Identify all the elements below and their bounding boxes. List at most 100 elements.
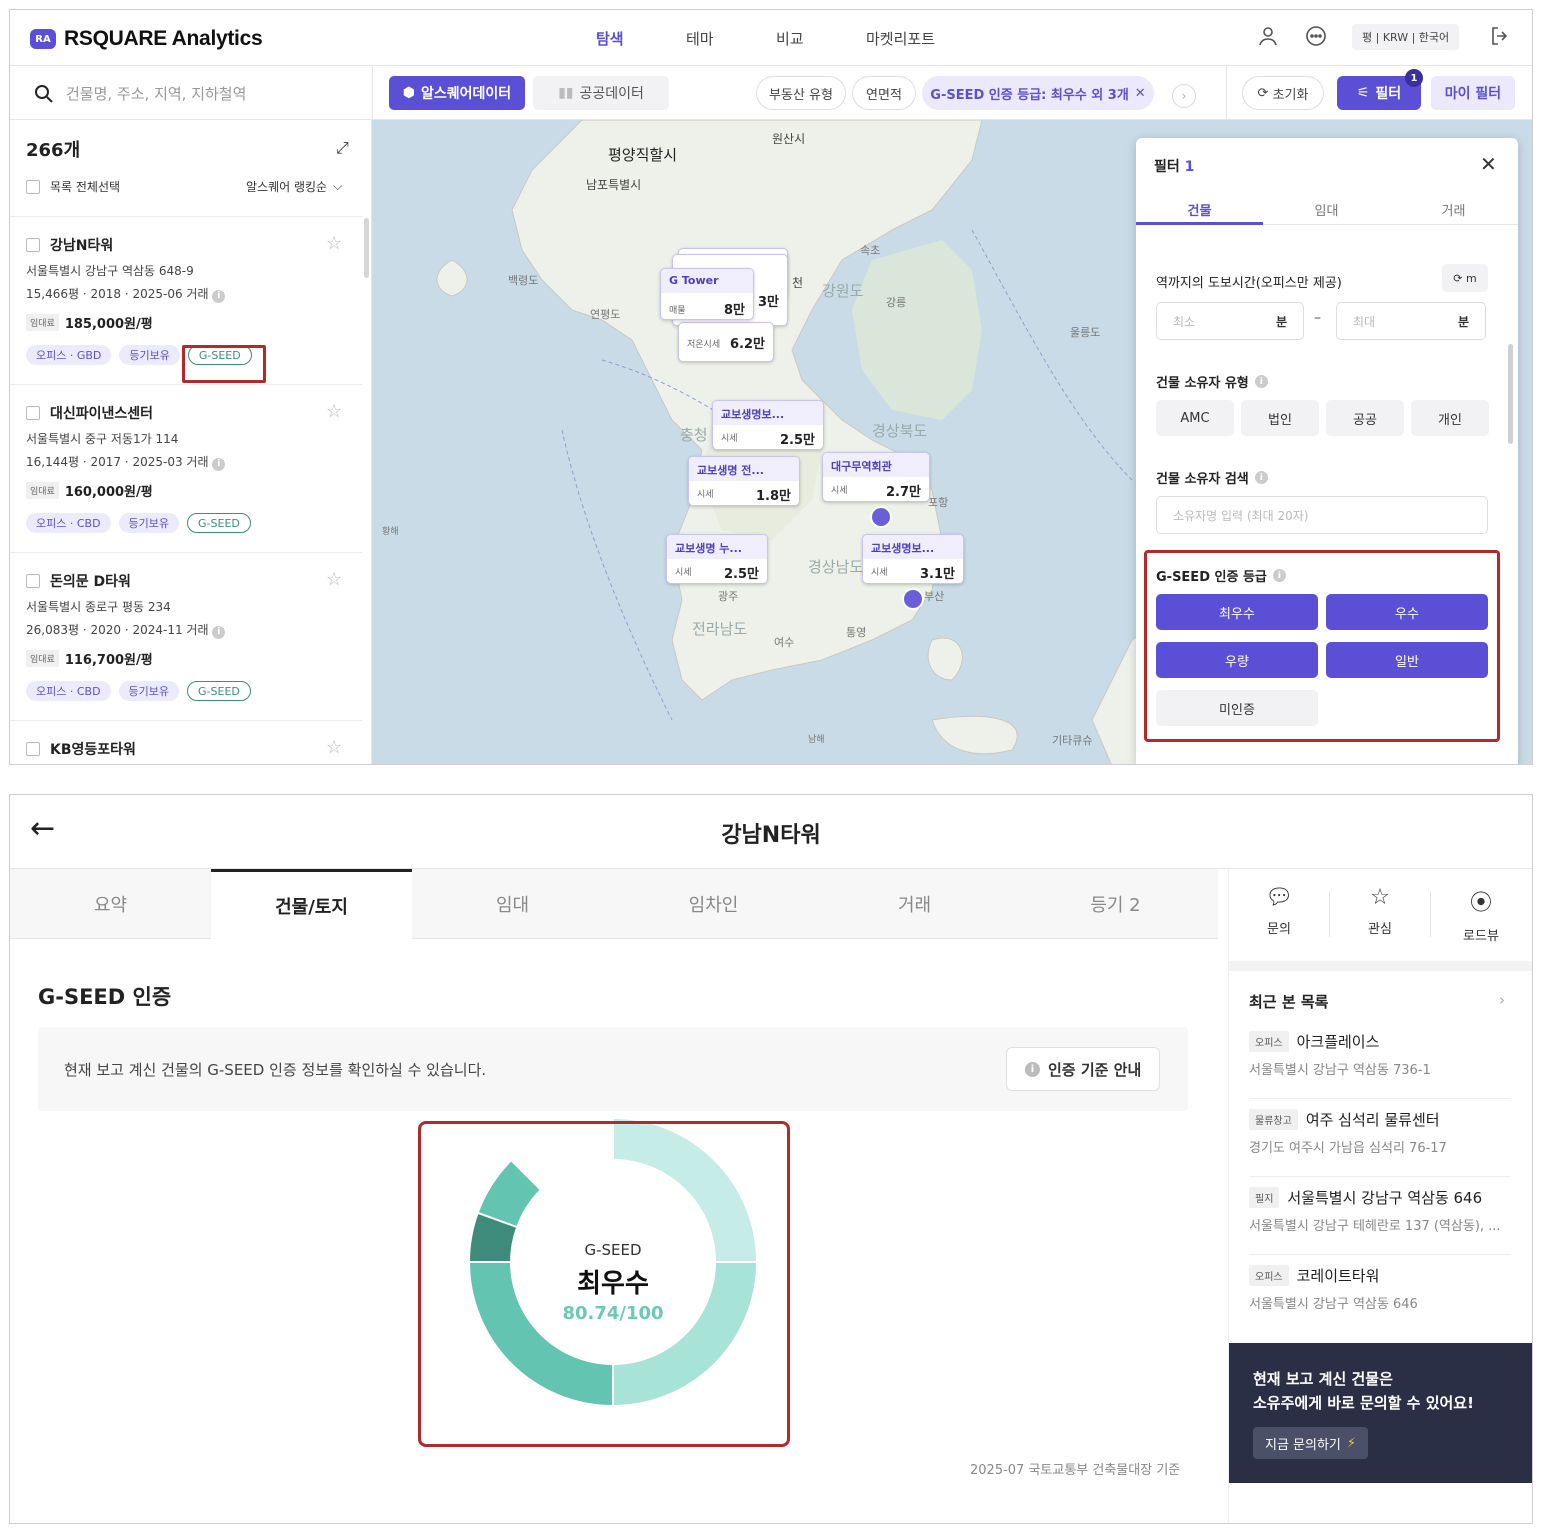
checkbox[interactable] [26,179,40,194]
user-icon[interactable] [1256,24,1280,48]
max-placeholder: 최대 [1353,314,1376,329]
map-label: 부산 [924,590,945,603]
search-input[interactable]: 건물명, 주소, 지역, 지하철역 [34,83,246,104]
nav-market-report[interactable]: 마켓리포트 [866,28,935,49]
inquiry-button[interactable]: 💬︎ 문의 [1229,885,1329,937]
sort-dropdown[interactable]: 알스퀘어 랭킹순 ⌵ [246,178,342,195]
back-arrow-icon[interactable]: ← [30,811,55,846]
scrollbar[interactable] [1508,344,1513,444]
roadview-label: 로드뷰 [1463,929,1499,944]
walk-max-input[interactable]: 최대 분 [1336,302,1486,340]
map-callout[interactable]: G Tower 매물 8만 [660,268,754,320]
map-label: 평양직할시 [608,146,678,164]
star-icon[interactable]: ☆ [326,401,342,422]
logout-icon[interactable] [1488,24,1512,48]
divider [1229,961,1532,971]
list-item[interactable]: 돈의문 D타워 ☆ 서울특별시 종로구 평동 234 26,083평 · 202… [10,552,362,720]
nav-theme[interactable]: 테마 [686,28,714,49]
owner-type-public[interactable]: 공공 [1326,400,1404,436]
search-icon [35,84,53,103]
public-data-toggle[interactable]: ▮▮ 공공데이터 [533,76,669,110]
location-pin-icon: ⦿ [1469,891,1492,916]
owner-type-corporation[interactable]: 법인 [1241,400,1319,436]
recent-item[interactable]: 필지 서울특별시 강남구 역삼동 646 서울특별시 강남구 테헤란로 137 (… [1249,1177,1511,1255]
owner-type-individual[interactable]: 개인 [1411,400,1489,436]
tab-deal[interactable]: 거래 [1390,200,1517,219]
unit-currency-language-selector[interactable]: 평 | KRW | 한국어 [1352,24,1460,50]
chevron-right-icon[interactable]: › [1499,991,1505,1009]
recent-item-tag: 물류창고 [1249,1109,1298,1130]
tab-lease[interactable]: 임대 [1263,200,1390,219]
building-meta: 26,083평 · 2020 · 2024-11 거래 i [26,621,226,639]
chip-property-type[interactable]: 부동산 유형 [756,76,846,110]
close-icon[interactable]: ✕ [1480,152,1497,176]
callout-name: G Tower [661,269,753,293]
star-icon[interactable]: ☆ [326,233,342,254]
chip-gseed-label: G-SEED 인증 등급: 최우수 외 3개 [930,87,1129,103]
recent-item[interactable]: 오피스 아크플레이스 서울특별시 강남구 역삼동 736-1 [1249,1021,1511,1099]
list-item[interactable]: 대신파이낸스센터 ☆ 서울특별시 중구 저동1가 114 16,144평 · 2… [10,384,362,552]
rsquare-data-toggle[interactable]: ⬢ 알스퀘어데이터 [389,76,525,110]
nav-explore[interactable]: 탐색 [596,28,624,49]
select-all-checkbox[interactable]: 목록 전체선택 [26,178,120,195]
tab-lease[interactable]: 임대 [412,869,613,939]
logo[interactable]: RA RSQUARE Analytics [30,27,263,51]
recent-item[interactable]: 오피스 코레이트타워 서울특별시 강남구 역삼동 646 [1249,1255,1511,1333]
checkbox[interactable] [26,574,40,588]
list-item[interactable]: KB영등포타워 ☆ [10,720,362,764]
map-label: 황해 [382,527,399,537]
bar-chart-icon: ▮▮ [558,85,574,101]
chevron-right-icon[interactable]: › [1172,84,1196,108]
recent-item-name: 코레이트타워 [1296,1267,1380,1285]
tab-deals[interactable]: 거래 [814,869,1015,939]
tab-tenants[interactable]: 임차인 [613,869,814,939]
map-pin[interactable] [870,506,892,528]
tab-building-land[interactable]: 건물/토지 [211,869,412,939]
recent-item[interactable]: 물류창고 여주 심석리 물류센터 경기도 여주시 가남읍 심석리 76-17 [1249,1099,1511,1177]
recent-item-address: 경기도 여주시 가남읍 심석리 76-17 [1249,1141,1447,1156]
map-pin[interactable] [902,588,924,610]
roadview-button[interactable]: ⦿ 로드뷰 [1431,885,1531,944]
map-callout[interactable]: 교보생명 전... 시세 1.8만 [688,456,800,506]
unit-toggle-button[interactable]: ⟳ m [1442,264,1488,292]
type-tag: 오피스 · CBD [26,513,111,533]
favorite-label: 관심 [1368,922,1392,937]
map-callout[interactable]: 교보생명보... 시세 3.1만 [862,534,964,584]
star-icon[interactable]: ☆ [326,569,342,590]
scrollbar[interactable] [364,218,369,278]
map-callout[interactable]: 교보생명보... 시세 2.5만 [712,400,824,450]
nav-compare[interactable]: 비교 [776,28,804,49]
star-icon[interactable]: ☆ [326,737,342,758]
certification-guide-button[interactable]: i 인증 기준 안내 [1006,1047,1161,1091]
chat-icon[interactable] [1304,24,1328,48]
owner-search-input[interactable]: 소유자명 입력 (최대 20자) [1156,496,1488,534]
callout-key: 시세 [721,434,738,444]
my-filter-button[interactable]: 마이 필터 [1431,76,1515,110]
building-name: 돈의문 D타워 [50,574,131,590]
checkbox[interactable] [26,238,40,252]
map-callout[interactable]: 대구무역회관 시세 2.7만 [822,452,930,502]
reset-button[interactable]: ⟳ 초기화 [1242,76,1324,110]
chip-floor-area[interactable]: 연면적 [852,76,916,110]
expand-icon[interactable]: ⤢ [336,138,349,158]
walk-min-input[interactable]: 최소 분 [1156,302,1304,340]
map-label: 천 [792,276,804,290]
detail-tabs: 요약 건물/토지 임대 임차인 거래 등기 2 [10,869,1218,939]
close-icon[interactable]: ✕ [1135,86,1146,101]
chip-gseed-grade[interactable]: G-SEED 인증 등급: 최우수 외 3개 ✕ [922,76,1154,110]
refresh-icon: ⟳ [1453,271,1466,285]
tab-summary[interactable]: 요약 [10,869,211,939]
checkbox[interactable] [26,406,40,420]
map-callout[interactable]: 교보생명 누... 시세 2.5만 [666,534,768,584]
map-label: 강원도 [822,282,864,300]
map-label: 백령도 [508,274,539,287]
favorite-button[interactable]: ☆ 관심 [1330,885,1430,937]
tab-building[interactable]: 건물 [1136,200,1263,219]
detail-header: 강남N타워 ← [10,795,1532,869]
callout-key: 매물 [669,306,686,316]
inquire-now-button[interactable]: 지금 문의하기 ⚡︎ [1253,1427,1369,1459]
owner-type-amc[interactable]: AMC [1156,400,1234,436]
map-callout[interactable]: 저온시세 6.2만 [678,322,774,362]
tab-registry[interactable]: 등기 2 [1015,869,1216,939]
checkbox[interactable] [26,742,40,756]
